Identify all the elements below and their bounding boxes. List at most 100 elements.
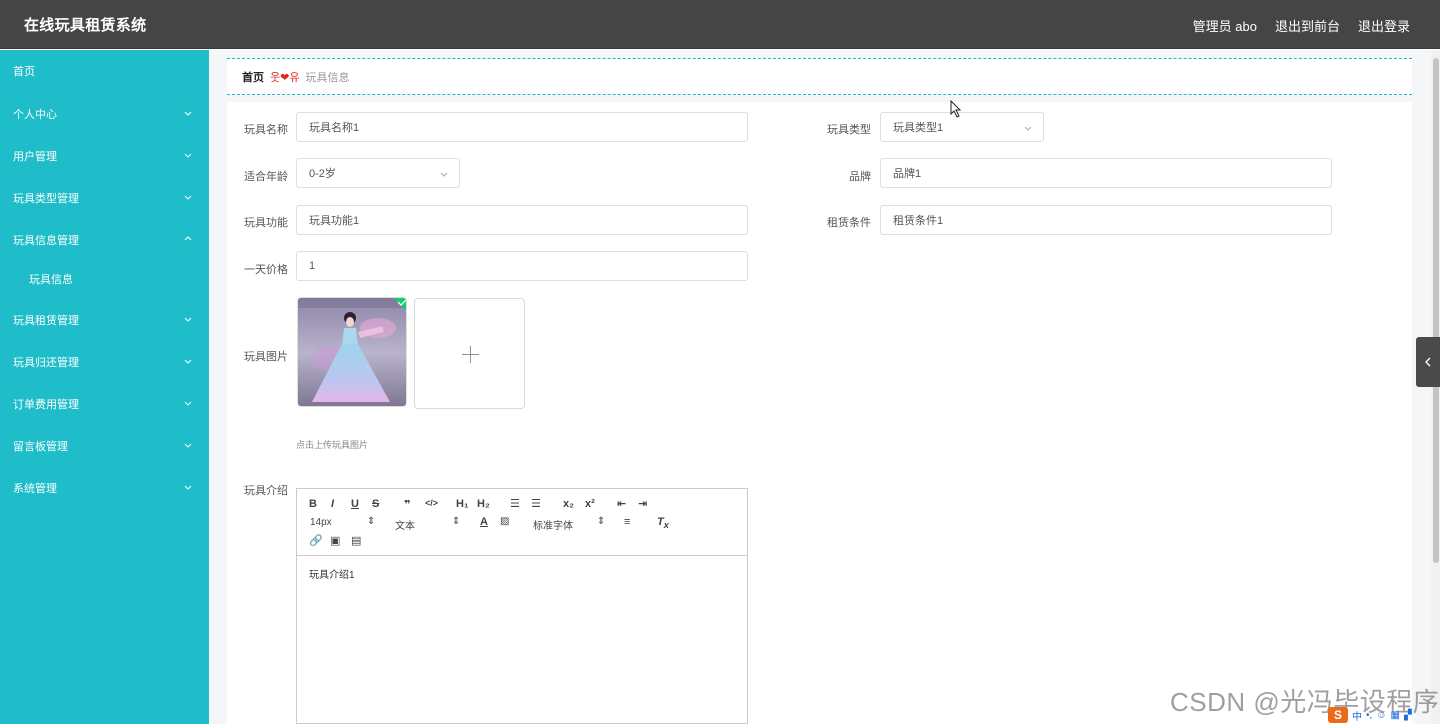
chevron-down-icon [184, 153, 192, 158]
scrollbar-thumb[interactable] [1433, 58, 1439, 563]
sidebar-item-toy-rental-management[interactable]: 玩具租赁管理 [0, 305, 209, 335]
intro-label: 玩具介绍 [244, 485, 288, 497]
function-value: 玩具功能1 [309, 215, 360, 227]
add-image-button[interactable] [414, 298, 525, 409]
rental-condition-label: 租赁条件 [827, 217, 871, 229]
sidebar-item-user-management[interactable]: 用户管理 [0, 141, 209, 171]
toy-name-value: 玩具名称1 [309, 122, 360, 134]
bold-icon[interactable]: B [309, 498, 317, 510]
heart-separator-icon: 웃❤유 [270, 71, 300, 84]
sidebar-item-label: 玩具类型管理 [13, 193, 79, 205]
chevron-down-icon [1024, 126, 1032, 131]
header-2-icon[interactable]: H₂ [477, 498, 490, 510]
ime-keyboard-icon[interactable]: ▦ [1391, 710, 1400, 721]
sidebar: 首页 个人中心 用户管理 玩具类型管理 玩具信息管理 玩具信息 玩具租赁管理 玩… [0, 50, 209, 724]
ime-lang[interactable]: 中 [1352, 708, 1362, 723]
ordered-list-icon[interactable]: ☰ [510, 497, 520, 510]
doll-image [298, 298, 406, 406]
superscript-icon[interactable]: x² [585, 498, 595, 510]
sidebar-item-label: 玩具信息管理 [13, 235, 79, 247]
upload-tip: 点击上传玩具图片 [296, 440, 369, 450]
toy-type-value: 玩具类型1 [893, 122, 944, 134]
subscript-icon[interactable]: x₂ [563, 498, 574, 510]
block-format-arrows-icon: ⇕ [452, 516, 461, 527]
exit-to-front-link[interactable]: 退出到前台 [1275, 16, 1340, 35]
rich-text-editor[interactable]: B I U S ❞ </> H₁ H₂ ☰ ☰ x₂ x² ⇤ ⇥ 14px ⇕… [296, 488, 748, 724]
toy-image-thumbnail[interactable] [297, 297, 407, 407]
sidebar-item-label: 首页 [13, 66, 35, 78]
chevron-down-icon [184, 401, 192, 406]
chevron-down-icon [440, 172, 448, 177]
sidebar-item-label: 玩具归还管理 [13, 357, 79, 369]
toy-type-select[interactable]: 玩具类型1 [880, 112, 1044, 142]
age-select[interactable]: 0-2岁 [296, 158, 460, 188]
bullet-list-icon[interactable]: ☰ [531, 497, 541, 510]
chevron-down-icon [184, 195, 192, 200]
breadcrumb-home[interactable]: 首页 [242, 69, 264, 85]
strike-icon[interactable]: S [372, 498, 379, 510]
font-family-value: 标准字体 [533, 521, 573, 532]
side-panel-toggle[interactable] [1416, 337, 1440, 387]
image-icon[interactable]: ▣ [330, 534, 340, 547]
block-format-value: 文本 [395, 521, 415, 532]
ime-punct-icon[interactable]: •, [1366, 710, 1372, 721]
ime-grid-icon[interactable]: ▞ [1404, 710, 1412, 721]
underline-icon[interactable]: U [351, 498, 359, 510]
clear-format-icon[interactable]: Tx [657, 516, 669, 530]
font-size-picker[interactable]: 14px [310, 517, 332, 528]
align-icon[interactable]: ≡ [624, 516, 630, 528]
sidebar-item-label: 个人中心 [13, 109, 57, 121]
sogou-icon[interactable]: S [1328, 707, 1348, 723]
block-format-picker[interactable]: 文本 [395, 517, 415, 532]
sidebar-item-system-management[interactable]: 系统管理 [0, 473, 209, 503]
video-icon[interactable]: ▤ [351, 534, 361, 547]
sidebar-item-label: 留言板管理 [13, 441, 68, 453]
app-title: 在线玩具租赁系统 [24, 17, 147, 34]
header-1-icon[interactable]: H₁ [456, 498, 469, 510]
function-input[interactable]: 玩具功能1 [296, 205, 748, 235]
brand-input[interactable]: 品牌1 [880, 158, 1332, 188]
sidebar-item-label: 订单费用管理 [13, 399, 79, 411]
chevron-down-icon [184, 443, 192, 448]
toy-name-input[interactable]: 玩具名称1 [296, 112, 748, 142]
sidebar-item-toy-return-management[interactable]: 玩具归还管理 [0, 347, 209, 377]
toy-type-label: 玩具类型 [827, 124, 871, 136]
brand-value: 品牌1 [893, 168, 922, 180]
link-icon[interactable]: 🔗 [309, 534, 323, 547]
font-family-picker[interactable]: 标准字体 [533, 517, 573, 532]
sidebar-item-label: 玩具租赁管理 [13, 315, 79, 327]
plus-icon-vertical [470, 346, 471, 363]
rental-condition-input[interactable]: 租赁条件1 [880, 205, 1332, 235]
logout-link[interactable]: 退出登录 [1358, 16, 1410, 35]
italic-icon[interactable]: I [331, 498, 334, 510]
outdent-icon[interactable]: ⇤ [617, 497, 626, 510]
sidebar-item-home[interactable]: 首页 [0, 56, 209, 86]
sidebar-item-toy-info-management[interactable]: 玩具信息管理 [0, 225, 209, 255]
chevron-left-icon [1425, 357, 1431, 367]
mouse-cursor-icon [950, 100, 962, 118]
indent-icon[interactable]: ⇥ [638, 497, 647, 510]
font-family-arrows-icon: ⇕ [597, 516, 606, 527]
blockquote-icon[interactable]: ❞ [404, 498, 410, 511]
font-color-icon[interactable]: A [480, 516, 488, 528]
chevron-down-icon [184, 485, 192, 490]
rental-condition-value: 租赁条件1 [893, 215, 944, 227]
sidebar-item-personal-center[interactable]: 个人中心 [0, 99, 209, 129]
sidebar-item-toy-type-management[interactable]: 玩具类型管理 [0, 183, 209, 213]
chevron-down-icon [184, 111, 192, 116]
font-size-arrows-icon: ⇕ [367, 516, 376, 527]
background-color-icon[interactable]: ▨ [500, 516, 509, 527]
sidebar-item-message-board-management[interactable]: 留言板管理 [0, 431, 209, 461]
editor-toolbar: B I U S ❞ </> H₁ H₂ ☰ ☰ x₂ x² ⇤ ⇥ 14px ⇕… [297, 489, 747, 556]
sidebar-item-order-fee-management[interactable]: 订单费用管理 [0, 389, 209, 419]
age-label: 适合年龄 [244, 171, 288, 183]
price-input[interactable]: 1 [296, 251, 748, 281]
ime-emoji-icon[interactable]: ☺ [1376, 710, 1386, 721]
sidebar-item-label: 系统管理 [13, 483, 57, 495]
code-block-icon[interactable]: </> [425, 498, 438, 508]
font-size-value: 14px [310, 517, 332, 528]
age-value: 0-2岁 [309, 168, 336, 180]
sidebar-item-toy-info[interactable]: 玩具信息 [0, 264, 209, 294]
breadcrumb-current: 玩具信息 [305, 71, 350, 84]
price-value: 1 [309, 260, 316, 272]
